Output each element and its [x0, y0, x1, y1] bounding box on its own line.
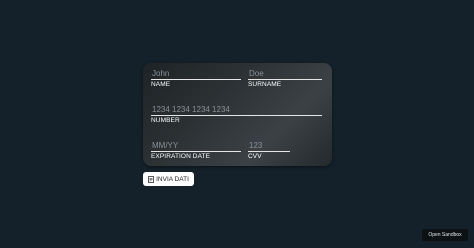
- card-number-field[interactable]: 1234 1234 1234 1234 NUMBER: [151, 105, 322, 125]
- expiration-input[interactable]: MM/YY: [151, 141, 241, 151]
- cvv-input[interactable]: 123: [248, 141, 290, 151]
- cvv-field[interactable]: 123 CVV: [248, 141, 290, 161]
- expiration-label: EXPIRATION DATE: [151, 153, 211, 160]
- open-sandbox-button[interactable]: Open Sandbox: [422, 229, 468, 241]
- credit-card-form: John NAME Doe SURNAME 1234 1234 1234 123…: [143, 63, 332, 166]
- card-number-label: NUMBER: [151, 117, 180, 124]
- name-field[interactable]: John NAME: [151, 69, 241, 89]
- name-label: NAME: [151, 81, 171, 88]
- surname-input[interactable]: Doe: [248, 69, 322, 79]
- expiration-field[interactable]: MM/YY EXPIRATION DATE: [151, 141, 241, 161]
- card-number-input[interactable]: 1234 1234 1234 1234: [151, 105, 322, 115]
- name-underline: [151, 79, 241, 80]
- cvv-label: CVV: [248, 153, 262, 160]
- cvv-underline: [248, 151, 290, 152]
- card-number-underline: [151, 115, 322, 116]
- submit-button-label: INVIA DATI: [156, 175, 189, 183]
- name-input[interactable]: John: [151, 69, 241, 79]
- surname-label: SURNAME: [248, 81, 282, 88]
- surname-underline: [248, 79, 322, 80]
- surname-field[interactable]: Doe SURNAME: [248, 69, 322, 89]
- expiration-underline: [151, 151, 241, 152]
- send-icon: [148, 175, 155, 183]
- submit-button[interactable]: INVIA DATI: [143, 172, 194, 186]
